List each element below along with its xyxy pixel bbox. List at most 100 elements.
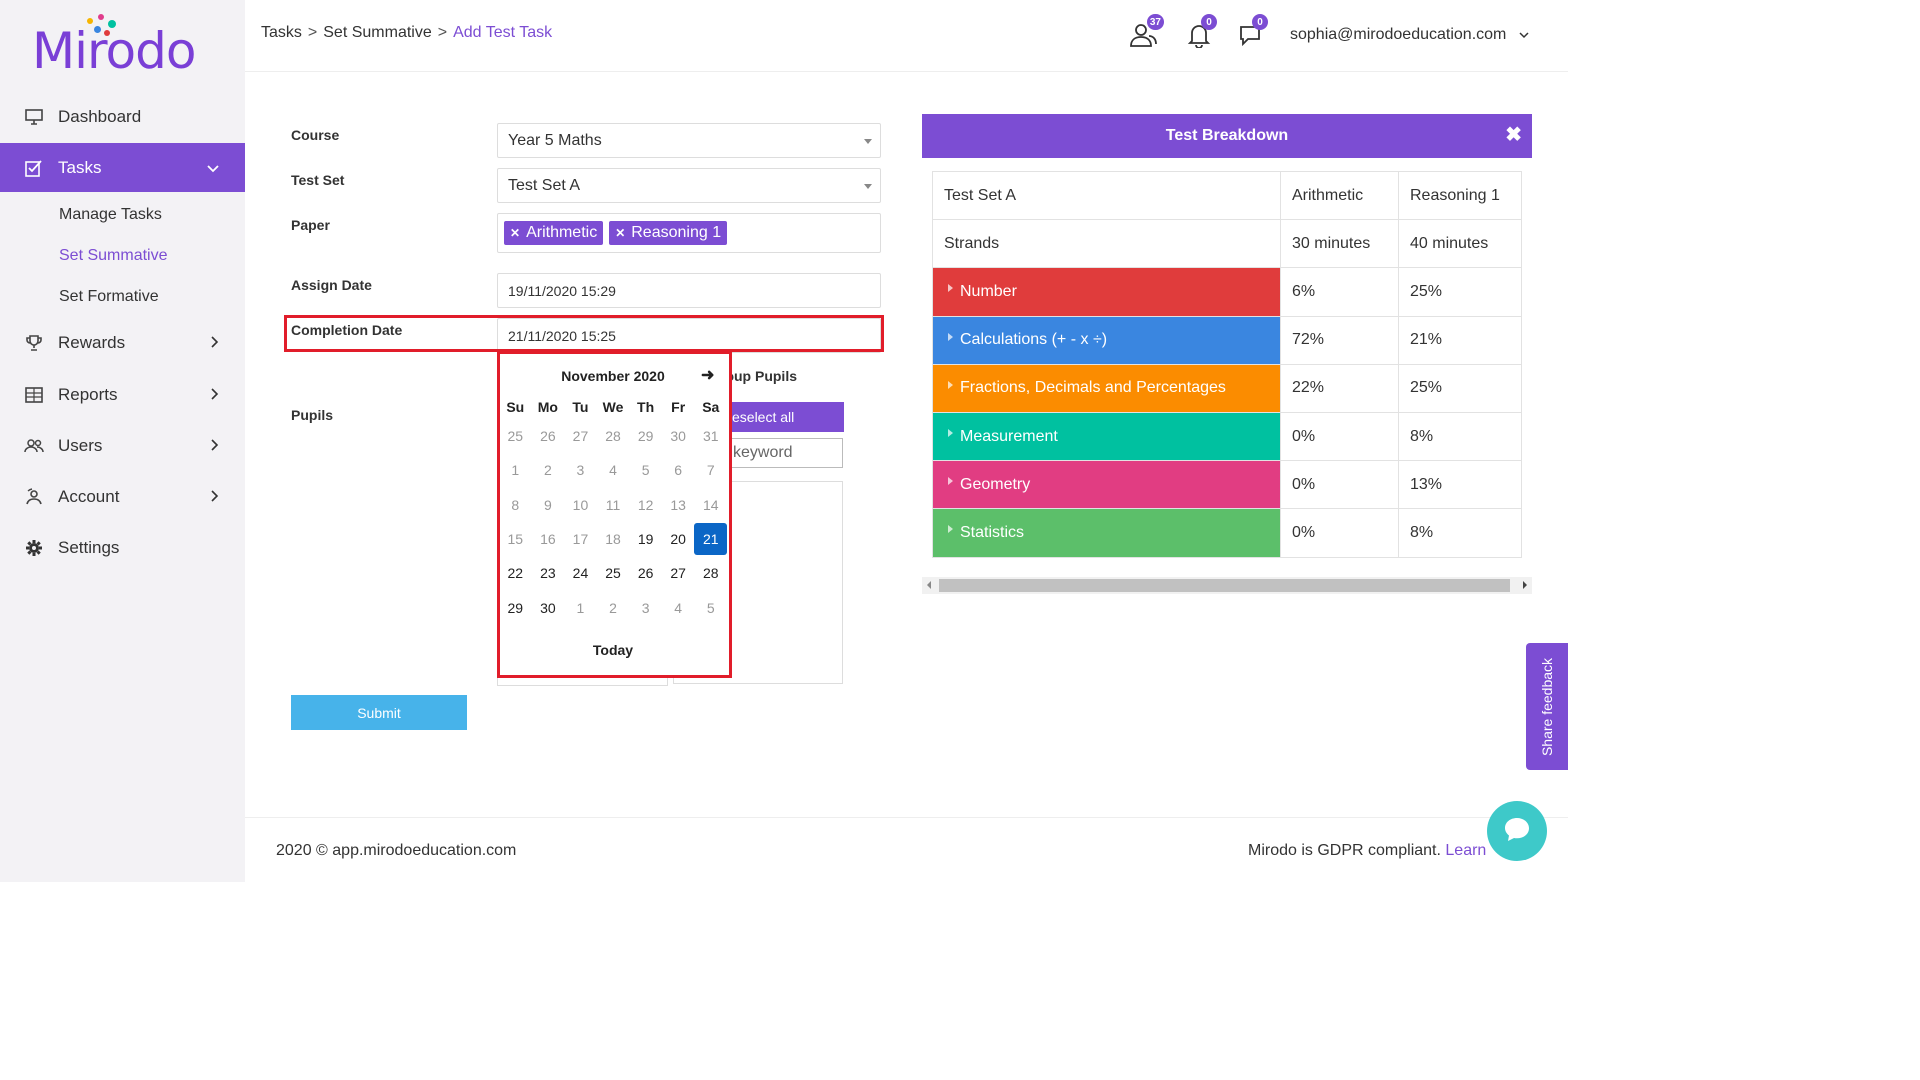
expand-triangle-icon	[948, 380, 953, 389]
breadcrumb-separator: >	[307, 24, 318, 41]
course-label: Course	[291, 127, 340, 143]
messages-button[interactable]: 0	[1238, 14, 1268, 52]
close-icon[interactable]: ✖	[1505, 122, 1522, 147]
table-cell: 8%	[1398, 508, 1522, 558]
table-cell: 30 minutes	[1280, 219, 1399, 269]
gdpr-learn-link[interactable]: Learn	[1445, 842, 1486, 859]
scroll-left-icon[interactable]	[927, 581, 931, 589]
chevron-right-icon	[211, 387, 219, 403]
sidebar-item-settings[interactable]: Settings	[0, 523, 245, 572]
messages-badge: 0	[1252, 14, 1268, 30]
strand-cell[interactable]: Measurement	[932, 411, 1281, 462]
submit-button[interactable]: Submit	[291, 695, 467, 730]
course-select[interactable]: Year 5 Maths	[497, 123, 881, 158]
table-cell: 0%	[1280, 411, 1399, 462]
sidebar-item-label: Tasks	[58, 157, 102, 177]
testset-label: Test Set	[291, 172, 345, 188]
share-feedback-tab[interactable]: Share feedback	[1526, 643, 1568, 770]
paper-tag: ✕ Reasoning 1	[609, 221, 728, 245]
users-icon	[1128, 24, 1158, 52]
expand-triangle-icon	[948, 284, 953, 293]
table-cell: 6%	[1280, 267, 1399, 317]
user-menu[interactable]: sophia@mirodoeducation.com	[1290, 26, 1529, 44]
assign-date-value: 19/11/2020 15:29	[508, 282, 616, 299]
strand-cell[interactable]: Fractions, Decimals and Percentages	[932, 363, 1281, 413]
account-icon	[24, 487, 44, 507]
sidebar-subitem-set-formative[interactable]: Set Formative	[59, 288, 159, 306]
testset-select[interactable]: Test Set A	[497, 168, 881, 203]
paper-tag-label: Reasoning 1	[631, 224, 722, 241]
assign-date-label: Assign Date	[291, 277, 372, 293]
paper-tag-label: Arithmetic	[526, 224, 598, 241]
strand-cell[interactable]: Statistics	[932, 508, 1281, 558]
scroll-thumb[interactable]	[939, 579, 1510, 592]
breadcrumb-tasks[interactable]: Tasks	[261, 24, 302, 42]
expand-triangle-icon	[948, 428, 953, 437]
pupils-label: Pupils	[291, 407, 334, 423]
course-value: Year 5 Maths	[508, 131, 602, 149]
table-cell: 8%	[1398, 411, 1522, 462]
test-breakdown-header: Test Breakdown ✖	[922, 114, 1532, 158]
datepicker-highlight	[497, 351, 732, 678]
users-icon	[24, 436, 44, 456]
users-badge: 37	[1146, 14, 1164, 30]
table-cell: 25%	[1398, 267, 1522, 317]
sidebar-item-account[interactable]: Account	[0, 472, 245, 521]
sidebar-item-tasks[interactable]: Tasks	[0, 143, 245, 192]
table-row: Strands 30 minutes 40 minutes	[932, 219, 1522, 269]
monitor-icon	[24, 107, 44, 127]
sidebar-item-label: Account	[58, 486, 120, 506]
paper-label: Paper	[291, 217, 330, 233]
sidebar-subitem-manage-tasks[interactable]: Manage Tasks	[59, 206, 162, 224]
chat-launcher-button[interactable]	[1487, 801, 1547, 861]
scroll-right-icon[interactable]	[1523, 581, 1527, 589]
strand-name: Fractions, Decimals and Percentages	[960, 379, 1226, 397]
sidebar-item-users[interactable]: Users	[0, 421, 245, 470]
breadcrumb-add-test-task: Add Test Task	[453, 24, 553, 41]
remove-tag-icon[interactable]: ✕	[510, 226, 520, 240]
user-email: sophia@mirodoeducation.com	[1290, 26, 1507, 44]
table-row: Geometry 0% 13%	[932, 460, 1522, 510]
pupil-search-input[interactable]: keyword	[722, 438, 843, 468]
table-cell: 21%	[1398, 315, 1522, 365]
sidebar-item-reports[interactable]: Reports	[0, 370, 245, 419]
testset-value: Test Set A	[508, 176, 581, 194]
strand-cell[interactable]: Geometry	[932, 460, 1281, 510]
sidebar-item-rewards[interactable]: Rewards	[0, 318, 245, 367]
assign-date-input[interactable]: 19/11/2020 15:29	[497, 273, 881, 308]
users-notification-button[interactable]: 37	[1128, 14, 1164, 52]
sidebar-item-dashboard[interactable]: Dashboard	[0, 92, 245, 141]
chat-bubble-icon	[1238, 26, 1262, 52]
mirodo-logo[interactable]: Mirodo	[32, 14, 196, 80]
test-breakdown-title: Test Breakdown	[1165, 127, 1289, 144]
deselect-all-button[interactable]: eselect all	[722, 402, 844, 432]
horizontal-scrollbar[interactable]	[922, 577, 1532, 594]
sidebar-item-label: Users	[58, 435, 103, 455]
strand-name: Number	[960, 282, 1017, 300]
strand-cell[interactable]: Calculations (+ - x ÷)	[932, 315, 1281, 365]
chevron-right-icon	[211, 438, 219, 454]
caret-down-icon	[864, 184, 872, 189]
table-row: Test Set A Arithmetic Reasoning 1	[932, 170, 1522, 221]
share-feedback-label: Share feedback	[1539, 657, 1556, 756]
table-cell: Arithmetic	[1280, 170, 1399, 221]
notifications-button[interactable]: 0	[1187, 14, 1217, 50]
remove-tag-icon[interactable]: ✕	[615, 226, 625, 240]
table-cell: 72%	[1280, 315, 1399, 365]
notifications-badge: 0	[1201, 14, 1217, 30]
gdpr-text: Mirodo is GDPR compliant.	[1248, 842, 1446, 859]
strand-name: Statistics	[960, 523, 1025, 541]
table-row: Statistics 0% 8%	[932, 508, 1522, 558]
breadcrumb: Tasks > Set Summative > Add Test Task	[261, 24, 552, 42]
paper-multiselect[interactable]: ✕ Arithmetic ✕ Reasoning 1	[497, 213, 881, 253]
chevron-right-icon	[211, 489, 219, 505]
caret-down-icon	[864, 139, 872, 144]
table-cell: 40 minutes	[1398, 219, 1522, 269]
chat-icon	[1502, 815, 1532, 848]
trophy-icon	[24, 333, 44, 353]
chevron-down-icon	[1519, 26, 1529, 44]
breadcrumb-set-summative[interactable]: Set Summative	[323, 24, 431, 42]
sidebar-subitem-set-summative[interactable]: Set Summative	[59, 247, 167, 265]
paper-tag: ✕ Arithmetic	[504, 221, 604, 245]
strand-cell[interactable]: Number	[932, 267, 1281, 317]
